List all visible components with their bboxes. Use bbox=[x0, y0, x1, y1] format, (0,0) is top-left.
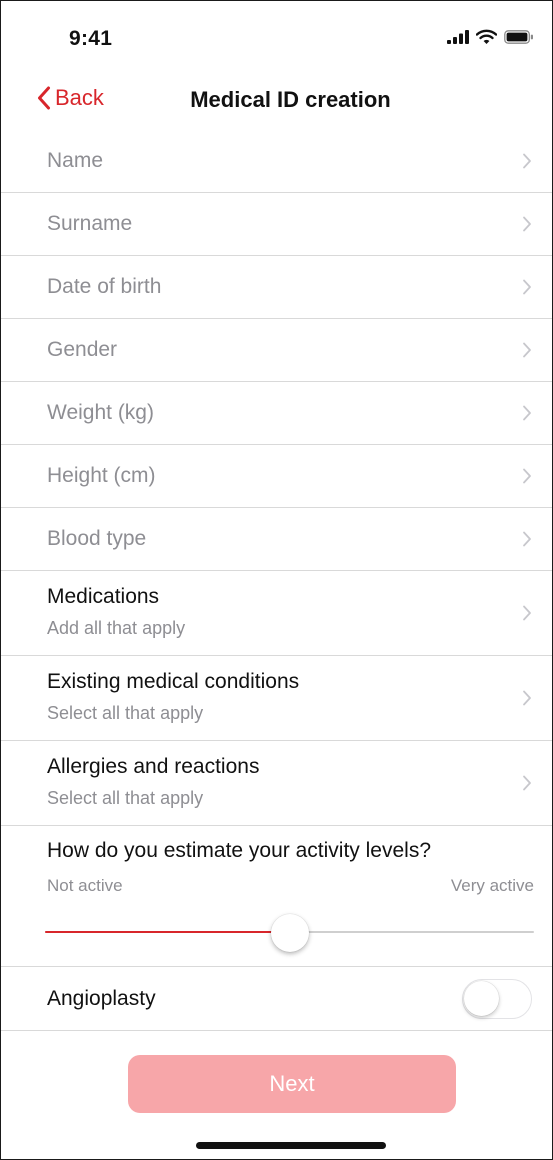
field-title: Allergies and reactions bbox=[47, 755, 260, 778]
name-field[interactable]: Name bbox=[1, 130, 552, 193]
page-title: Medical ID creation bbox=[190, 87, 391, 112]
activity-level-section: How do you estimate your activity levels… bbox=[1, 826, 552, 967]
field-subtitle: Select all that apply bbox=[47, 703, 204, 723]
chevron-right-icon bbox=[523, 153, 531, 169]
signal-icon bbox=[447, 30, 469, 44]
medical-id-form: Name Surname Date of birth Gender Weight… bbox=[1, 130, 552, 1031]
gender-field[interactable]: Gender bbox=[1, 319, 552, 382]
slider-thumb[interactable] bbox=[270, 914, 309, 952]
phone-screen: 9:41 Back Medical ID creation Name Surna… bbox=[0, 0, 553, 1160]
blood-type-field[interactable]: Blood type bbox=[1, 508, 552, 571]
chevron-right-icon bbox=[523, 690, 531, 706]
field-subtitle: Select all that apply bbox=[47, 788, 204, 808]
status-time: 9:41 bbox=[69, 27, 113, 50]
height-field[interactable]: Height (cm) bbox=[1, 445, 552, 508]
chevron-right-icon bbox=[523, 279, 531, 295]
status-icons bbox=[447, 29, 534, 45]
toggle-knob bbox=[464, 981, 499, 1016]
field-subtitle: Add all that apply bbox=[47, 618, 186, 638]
chevron-right-icon bbox=[523, 605, 531, 621]
angioplasty-toggle[interactable] bbox=[462, 979, 532, 1019]
weight-field[interactable]: Weight (kg) bbox=[1, 382, 552, 445]
home-indicator bbox=[196, 1142, 386, 1149]
activity-slider[interactable] bbox=[45, 914, 534, 952]
navigation-bar: Back Medical ID creation bbox=[1, 79, 552, 129]
field-label: Gender bbox=[47, 338, 118, 361]
angioplasty-label: Angioplasty bbox=[47, 987, 156, 1010]
field-title: Medications bbox=[47, 585, 160, 608]
slider-max-label: Very active bbox=[450, 876, 534, 895]
chevron-right-icon bbox=[523, 342, 531, 358]
date-of-birth-field[interactable]: Date of birth bbox=[1, 256, 552, 319]
field-label: Weight (kg) bbox=[47, 401, 154, 424]
field-label: Date of birth bbox=[47, 275, 162, 298]
chevron-right-icon bbox=[523, 216, 531, 232]
next-button[interactable]: Next bbox=[128, 1055, 456, 1113]
chevron-right-icon bbox=[523, 468, 531, 484]
angioplasty-row: Angioplasty bbox=[1, 967, 552, 1031]
slider-min-label: Not active bbox=[47, 876, 123, 895]
field-label: Surname bbox=[47, 212, 133, 235]
wifi-icon bbox=[476, 29, 497, 44]
field-title: Existing medical conditions bbox=[47, 670, 300, 693]
medical-conditions-field[interactable]: Existing medical conditions Select all t… bbox=[1, 656, 552, 741]
battery-icon bbox=[504, 30, 533, 44]
chevron-right-icon bbox=[523, 405, 531, 421]
chevron-right-icon bbox=[523, 531, 531, 547]
medications-field[interactable]: Medications Add all that apply bbox=[1, 571, 552, 656]
field-label: Height (cm) bbox=[47, 464, 156, 487]
allergies-field[interactable]: Allergies and reactions Select all that … bbox=[1, 741, 552, 826]
slider-fill bbox=[45, 931, 290, 933]
surname-field[interactable]: Surname bbox=[1, 193, 552, 256]
chevron-right-icon bbox=[523, 775, 531, 791]
activity-question: How do you estimate your activity levels… bbox=[47, 839, 431, 862]
field-label: Name bbox=[47, 149, 104, 172]
field-label: Blood type bbox=[47, 527, 147, 550]
status-bar: 9:41 bbox=[1, 1, 552, 81]
